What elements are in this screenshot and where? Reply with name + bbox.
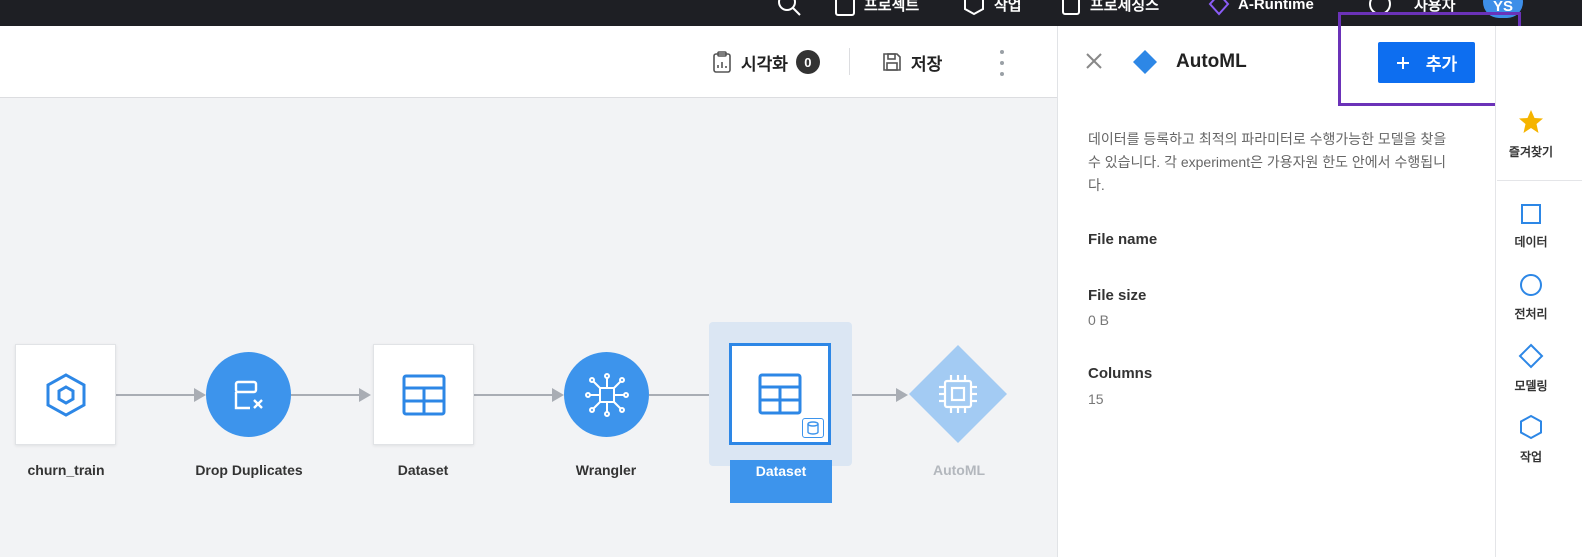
hexagon-icon xyxy=(964,0,984,16)
top-nav-label: 프로젝트 xyxy=(864,0,920,14)
diamond-icon xyxy=(1208,0,1230,16)
close-panel-button[interactable] xyxy=(1085,52,1103,70)
top-search-button[interactable] xyxy=(776,0,802,18)
document-icon xyxy=(1062,0,1080,15)
drop-duplicates-icon xyxy=(234,380,263,409)
wrangler-icon xyxy=(584,372,629,417)
panel-title: AutoML xyxy=(1176,51,1247,72)
rail-item-jobs[interactable]: 작업 xyxy=(1497,414,1565,465)
pipeline-edge xyxy=(474,388,564,402)
rail-item-label: 전처리 xyxy=(1514,307,1548,321)
pipeline-node-drop-duplicates[interactable] xyxy=(206,352,291,437)
square-icon xyxy=(1521,204,1541,224)
node-label: Wrangler xyxy=(575,462,637,478)
node-label: AutoML xyxy=(932,462,986,478)
rail-item-data[interactable]: 데이터 xyxy=(1497,203,1565,250)
close-icon xyxy=(1086,53,1102,69)
node-label: Dataset xyxy=(397,462,449,478)
save-label: 저장 xyxy=(911,54,943,74)
columns-label: Columns xyxy=(1088,365,1153,382)
toolbar-divider xyxy=(849,48,850,75)
visualize-label: 시각화 xyxy=(741,54,788,74)
pipeline-node-dataset[interactable] xyxy=(373,344,474,445)
pipeline-node-wrangler[interactable] xyxy=(564,352,649,437)
top-nav-label: 프로세싱스 xyxy=(1090,0,1160,14)
rail-item-modeling[interactable]: 모델링 xyxy=(1497,343,1565,394)
rail-item-label: 데이터 xyxy=(1514,235,1548,249)
chip-icon xyxy=(909,345,1007,443)
save-button[interactable]: 저장 xyxy=(881,48,942,76)
hexagon-icon xyxy=(1520,414,1542,440)
database-icon xyxy=(802,418,824,438)
rail-item-label: 모델링 xyxy=(1514,379,1548,393)
node-label: Drop Duplicates xyxy=(195,462,303,478)
pipeline-edge xyxy=(291,388,371,402)
clipboard-chart-icon xyxy=(713,51,731,73)
pipeline-edge xyxy=(116,388,206,402)
save-icon xyxy=(883,53,901,71)
top-nav-process[interactable]: 프로세싱스 xyxy=(1060,0,1159,18)
panel-description: 데이터를 등록하고 최적의 파라미터로 수행가능한 모델을 찾을 수 있습니다.… xyxy=(1088,131,1447,193)
file-name-label: File name xyxy=(1088,231,1158,248)
node-label: churn_train xyxy=(27,462,105,478)
annotation-highlight-box xyxy=(1338,12,1521,106)
rail-item-label: 즐겨찾기 xyxy=(1508,145,1554,159)
circle-icon xyxy=(1520,274,1542,296)
hexagon-icon xyxy=(46,372,85,417)
file-size-label: File size xyxy=(1088,287,1147,304)
search-icon xyxy=(778,0,801,16)
visualize-count-badge: 0 xyxy=(795,50,820,74)
top-nav-runtime[interactable]: A-Runtime xyxy=(1208,0,1314,18)
columns-value: 15 xyxy=(1088,391,1104,407)
pipeline-node-automl[interactable] xyxy=(907,343,1009,445)
top-nav-projects[interactable]: 프로젝트 xyxy=(834,0,919,18)
rail-item-preprocessing[interactable]: 전처리 xyxy=(1497,273,1565,322)
file-size-value: 0 B xyxy=(1088,312,1110,328)
top-nav-label: A-Runtime xyxy=(1238,0,1314,13)
rail-divider xyxy=(1497,180,1582,181)
selected-node-label: Dataset xyxy=(730,460,832,503)
canvas-toolbar: 시각화 0 저장 xyxy=(0,26,1057,98)
diamond-icon xyxy=(1518,343,1544,369)
pipeline-node-dataset-selected[interactable] xyxy=(729,343,831,445)
top-nav-label: 작업 xyxy=(994,0,1022,14)
table-icon xyxy=(758,373,802,415)
rail-item-favorites[interactable]: 즐겨찾기 xyxy=(1497,109,1565,160)
star-icon xyxy=(1519,110,1543,133)
clipboard-icon xyxy=(835,0,855,16)
rail-item-label: 작업 xyxy=(1519,450,1543,464)
top-nav-jobs[interactable]: 작업 xyxy=(962,0,1022,18)
diamond-icon xyxy=(1132,49,1158,75)
visualize-button[interactable]: 시각화 0 xyxy=(711,48,820,76)
pipeline-node-churn-train[interactable] xyxy=(15,344,116,445)
table-icon xyxy=(402,374,445,415)
more-options-button[interactable] xyxy=(994,50,1010,76)
